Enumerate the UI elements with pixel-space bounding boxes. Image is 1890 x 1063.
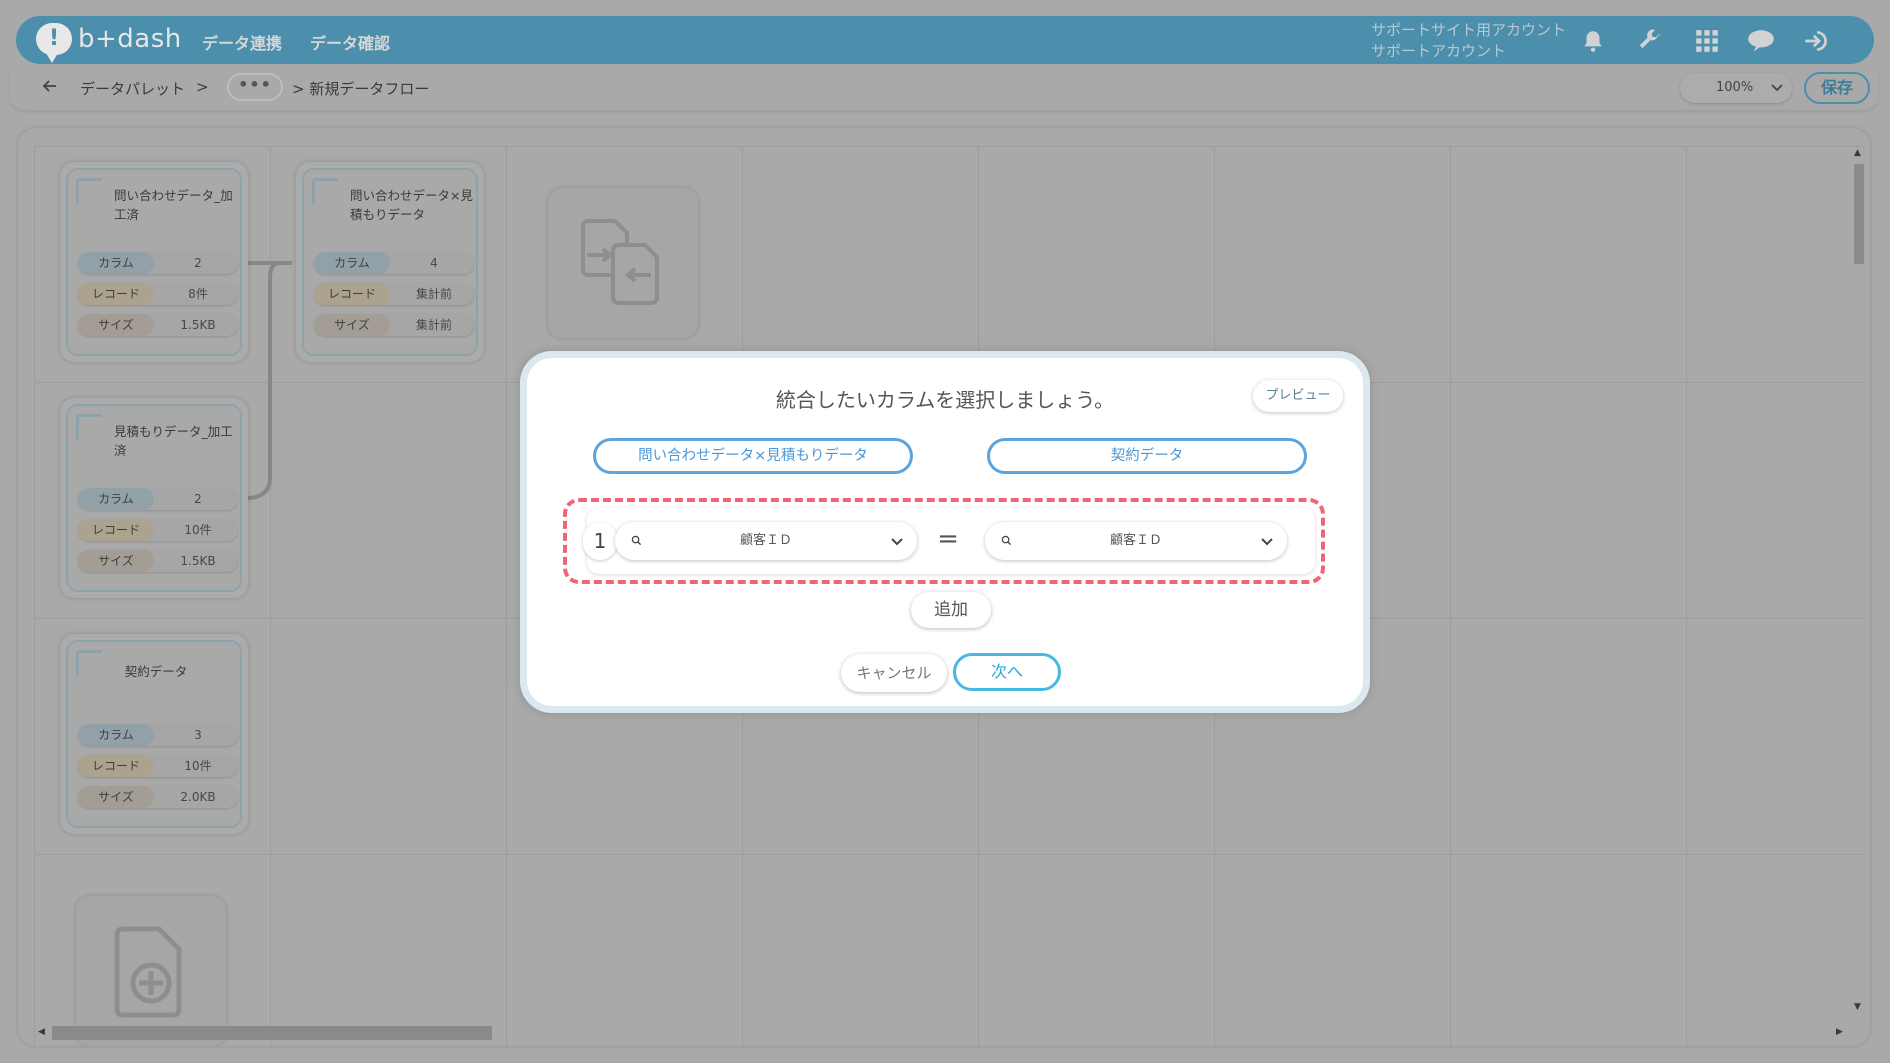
node-title: 問い合わせデータ_加工済	[114, 188, 233, 222]
save-button[interactable]: 保存	[1804, 72, 1870, 104]
row-number: 1	[583, 522, 617, 560]
data-node[interactable]: 問い合わせデータ_加工済 カラム 2 レコード 8件 サイズ 1.5KB	[60, 162, 248, 362]
data-node[interactable]: 問い合わせデータ×見積もりデータ カラム 4 レコード 集計前 サイズ 集計前	[296, 162, 484, 362]
node-title: 見積もりデータ_加工済	[114, 424, 233, 458]
account-name: サポートサイト用アカウント	[1371, 21, 1567, 39]
left-table-label: 問い合わせデータ×見積もりデータ	[593, 438, 913, 474]
data-node[interactable]: 見積もりデータ_加工済 カラム 2 レコード 10件 サイズ 1.5KB	[60, 398, 248, 598]
nav-data-link[interactable]: データ連携	[202, 30, 282, 54]
scroll-left-arrow[interactable]: ◀	[38, 1027, 45, 1037]
breadcrumb-more-button[interactable]: •••	[227, 73, 283, 101]
file-icon	[76, 414, 102, 440]
file-icon	[312, 178, 338, 204]
zoom-value: 100%	[1716, 80, 1754, 95]
file-icon	[76, 178, 102, 204]
search-icon	[1001, 535, 1012, 546]
chevron-down-icon	[1771, 84, 1783, 92]
scroll-down-arrow[interactable]: ▼	[1854, 1002, 1861, 1012]
logo-mark: !	[36, 23, 72, 63]
logo-text: b+dash	[78, 24, 182, 54]
join-condition-row: 1 顧客ＩＤ = 顧客ＩＤ	[583, 508, 1315, 574]
scroll-up-arrow[interactable]: ▲	[1854, 148, 1861, 158]
left-column-select[interactable]: 顧客ＩＤ	[615, 522, 917, 560]
equals-sign: =	[937, 524, 959, 554]
node-stat-records: レコード 集計前	[314, 283, 474, 305]
right-column-value: 顧客ＩＤ	[1109, 533, 1162, 548]
chevron-down-icon	[891, 538, 903, 546]
node-stat-size: サイズ 集計前	[314, 314, 474, 336]
cancel-button[interactable]: キャンセル	[841, 654, 947, 692]
scroll-thumb[interactable]	[52, 1026, 492, 1040]
merge-files-icon	[581, 219, 659, 305]
node-stat-columns: カラム 2	[78, 252, 238, 274]
breadcrumb-data-palette[interactable]: データパレット	[80, 78, 185, 99]
wrench-icon[interactable]	[1636, 28, 1662, 54]
zoom-select[interactable]: 100%	[1680, 73, 1792, 103]
add-condition-button[interactable]: 追加	[911, 592, 991, 628]
chevron-down-icon	[1261, 538, 1273, 546]
account-user: サポートアカウント	[1371, 42, 1507, 60]
bell-icon[interactable]	[1580, 28, 1606, 54]
node-stat-size: サイズ 2.0KB	[78, 786, 238, 808]
node-stat-columns: カラム 3	[78, 724, 238, 746]
node-stat-records: レコード 10件	[78, 755, 238, 777]
node-stat-size: サイズ 1.5KB	[78, 550, 238, 572]
back-arrow-icon[interactable]	[40, 76, 60, 96]
next-button[interactable]: 次へ	[953, 653, 1061, 691]
grid-icon[interactable]	[1694, 28, 1720, 54]
node-stat-records: レコード 8件	[78, 283, 238, 305]
node-stat-records: レコード 10件	[78, 519, 238, 541]
breadcrumb-bar: データパレット > ••• > 新規データフロー 100% 保存	[10, 66, 1878, 110]
node-title: 契約データ	[124, 664, 188, 679]
dialog-title: 統合したいカラムを選択しましょう。	[775, 388, 1115, 412]
right-column-select[interactable]: 顧客ＩＤ	[985, 522, 1287, 560]
logout-icon[interactable]	[1802, 28, 1832, 54]
node-title: 問い合わせデータ×見積もりデータ	[350, 188, 473, 222]
node-stat-columns: カラム 4	[314, 252, 474, 274]
scroll-right-arrow[interactable]: ▶	[1836, 1027, 1843, 1037]
data-node[interactable]: 契約データ カラム 3 レコード 10件 サイズ 2.0KB	[60, 634, 248, 834]
preview-button[interactable]: プレビュー	[1253, 380, 1343, 412]
right-table-label: 契約データ	[987, 438, 1307, 474]
vertical-scrollbar[interactable]: ▲ ▼	[1852, 146, 1866, 1026]
account-info[interactable]: サポートサイト用アカウント サポートアカウント	[1371, 20, 1566, 62]
join-condition-highlight: 1 顧客ＩＤ = 顧客ＩＤ	[563, 498, 1325, 584]
merge-action-tile[interactable]	[548, 188, 698, 338]
node-stat-columns: カラム 2	[78, 488, 238, 510]
join-columns-dialog: 統合したいカラムを選択しましょう。 プレビュー 問い合わせデータ×見積もりデータ…	[520, 351, 1370, 713]
scroll-thumb[interactable]	[1854, 164, 1864, 264]
add-file-icon	[114, 926, 182, 1018]
search-icon	[631, 535, 642, 546]
nav-data-check[interactable]: データ確認	[310, 30, 390, 54]
left-column-value: 顧客ＩＤ	[739, 533, 792, 548]
horizontal-scrollbar[interactable]: ◀ ▶	[36, 1024, 1854, 1042]
breadcrumb-separator: >	[196, 78, 209, 96]
app-header: ! b+dash データ連携 データ確認 サポートサイト用アカウント サポートア…	[16, 16, 1874, 64]
breadcrumb-current: > 新規データフロー	[292, 80, 430, 98]
chat-icon[interactable]	[1746, 28, 1776, 54]
node-stat-size: サイズ 1.5KB	[78, 314, 238, 336]
logo[interactable]: ! b+dash	[36, 23, 182, 63]
